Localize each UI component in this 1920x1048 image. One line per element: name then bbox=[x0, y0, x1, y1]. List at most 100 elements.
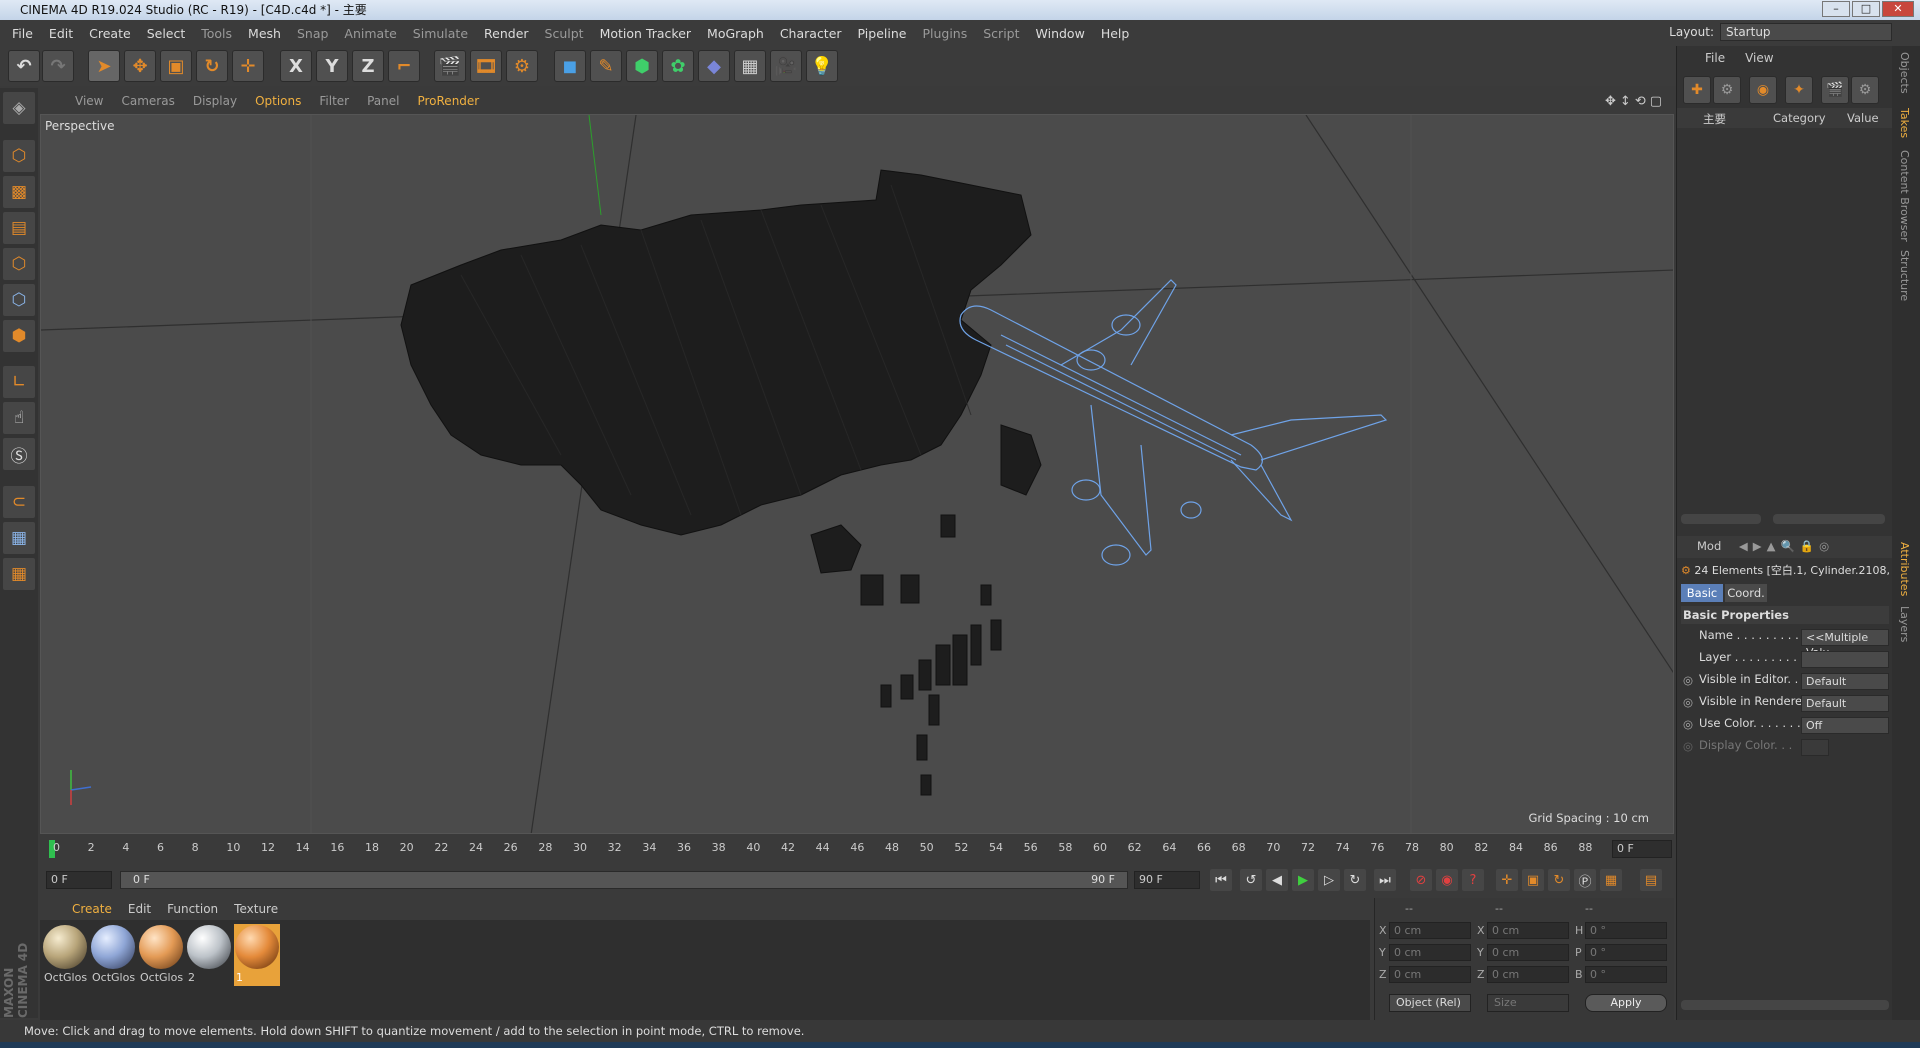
tweak-mode-icon[interactable]: ☝ bbox=[3, 402, 35, 434]
maximize-button[interactable]: □ bbox=[1852, 1, 1880, 17]
play-icon[interactable]: ▶ bbox=[1292, 869, 1314, 891]
rotation-h-field[interactable]: 0 ° bbox=[1585, 922, 1667, 939]
menu-mograph[interactable]: MoGraph bbox=[699, 26, 772, 41]
menu-select[interactable]: Select bbox=[139, 26, 194, 41]
transform-icon[interactable]: ✛ bbox=[232, 50, 264, 82]
menu-edit[interactable]: Edit bbox=[41, 26, 81, 41]
make-editable-icon[interactable]: ◈ bbox=[3, 92, 35, 124]
menu-create[interactable]: Create bbox=[81, 26, 139, 41]
minimize-button[interactable]: – bbox=[1822, 1, 1850, 17]
workplane-icon[interactable]: ▤ bbox=[3, 212, 35, 244]
root-take-label[interactable]: 主要 bbox=[1703, 111, 1726, 127]
take-icon[interactable]: ✚ bbox=[1683, 76, 1711, 104]
scale-icon[interactable]: ▣ bbox=[160, 50, 192, 82]
perspective-viewport[interactable]: Perspective Grid Spacing : 10 cm bbox=[40, 114, 1674, 834]
take-settings-icon[interactable]: ⚙ bbox=[1851, 76, 1879, 104]
select-cursor-icon[interactable]: ➤ bbox=[88, 50, 120, 82]
next-frame-icon[interactable]: ▷ bbox=[1318, 869, 1340, 891]
position-x-field[interactable]: 0 cm bbox=[1389, 922, 1471, 939]
viewport-menu-prorender[interactable]: ProRender bbox=[408, 94, 488, 108]
tab-coord[interactable]: Coord. bbox=[1725, 584, 1767, 602]
planar-workplane-icon[interactable]: ▦ bbox=[3, 558, 35, 590]
material-swatch[interactable]: OctGlos bbox=[138, 924, 184, 986]
texture-mode-icon[interactable]: ▩ bbox=[3, 176, 35, 208]
material-swatch[interactable]: 2 bbox=[186, 924, 232, 986]
animate-radio-icon[interactable]: ◎ bbox=[1683, 673, 1693, 687]
display-color-swatch[interactable] bbox=[1801, 739, 1829, 756]
objects-menu-file[interactable]: File bbox=[1705, 51, 1725, 65]
menu-mesh[interactable]: Mesh bbox=[240, 26, 289, 41]
use-color-dropdown[interactable]: Off bbox=[1801, 717, 1889, 734]
undo-icon[interactable]: ↶ bbox=[8, 50, 40, 82]
points-mode-icon[interactable]: ⬡ bbox=[3, 248, 35, 280]
coordinate-system-icon[interactable]: ⌐ bbox=[388, 50, 420, 82]
prev-frame-icon[interactable]: ◀ bbox=[1266, 869, 1288, 891]
solo-icon[interactable]: Ⓢ bbox=[3, 438, 35, 470]
start-frame-field[interactable]: 0 F bbox=[46, 871, 112, 889]
horizontal-scrollbar[interactable] bbox=[1681, 1000, 1889, 1010]
viewport-menu-filter[interactable]: Filter bbox=[310, 94, 358, 108]
render-take-icon[interactable]: 🎬 bbox=[1821, 76, 1849, 104]
menu-help[interactable]: Help bbox=[1093, 26, 1138, 41]
axis-x-button[interactable]: X bbox=[280, 50, 312, 82]
redo-icon[interactable]: ↷ bbox=[42, 50, 74, 82]
viewport-menu-panel[interactable]: Panel bbox=[358, 94, 408, 108]
animate-radio-icon[interactable]: ◎ bbox=[1683, 695, 1693, 709]
timeline-window-icon[interactable]: ▤ bbox=[1640, 869, 1662, 891]
material-menu-create[interactable]: Create bbox=[64, 902, 120, 916]
key-rotation-icon[interactable]: ↻ bbox=[1548, 869, 1570, 891]
coord-mode-dropdown[interactable]: Object (Rel) bbox=[1389, 994, 1471, 1012]
end-frame-field[interactable]: 90 F bbox=[1134, 871, 1200, 889]
material-menu-texture[interactable]: Texture bbox=[226, 902, 286, 916]
axis-z-button[interactable]: Z bbox=[352, 50, 384, 82]
horizontal-scrollbar[interactable] bbox=[1773, 514, 1885, 524]
rotate-icon[interactable]: ↻ bbox=[196, 50, 228, 82]
record-icon[interactable]: ⊘ bbox=[1410, 869, 1432, 891]
viewport-menu-cameras[interactable]: Cameras bbox=[112, 94, 183, 108]
side-tab-objects[interactable]: Objects bbox=[1898, 52, 1911, 94]
attributes-mode-menu[interactable]: Mod bbox=[1697, 539, 1721, 553]
menu-tools[interactable]: Tools bbox=[193, 26, 240, 41]
animate-radio-icon[interactable]: ◎ bbox=[1683, 717, 1693, 731]
cloner-icon[interactable]: ✿ bbox=[662, 50, 694, 82]
menu-snap[interactable]: Snap bbox=[289, 26, 336, 41]
coord-size-dropdown[interactable]: Size bbox=[1487, 994, 1569, 1012]
render-settings-icon[interactable]: ⚙ bbox=[506, 50, 538, 82]
render-view-icon[interactable]: 🎬 bbox=[434, 50, 466, 82]
close-button[interactable]: ✕ bbox=[1882, 1, 1914, 17]
keyframe-selection-icon[interactable]: ? bbox=[1462, 869, 1484, 891]
menu-animate[interactable]: Animate bbox=[336, 26, 404, 41]
attributes-nav-icons[interactable]: ◀▶▲🔍🔒◎ bbox=[1739, 539, 1834, 553]
material-swatch[interactable]: OctGlos bbox=[90, 924, 136, 986]
auto-take-icon[interactable]: ◉ bbox=[1749, 76, 1777, 104]
key-parameter-icon[interactable]: Ⓟ bbox=[1574, 869, 1596, 891]
move-icon[interactable]: ✥ bbox=[124, 50, 156, 82]
tab-basic[interactable]: Basic bbox=[1681, 584, 1723, 602]
edges-mode-icon[interactable]: ⬡ bbox=[3, 284, 35, 316]
pen-spline-icon[interactable]: ✎ bbox=[590, 50, 622, 82]
floor-icon[interactable]: ▦ bbox=[734, 50, 766, 82]
menu-simulate[interactable]: Simulate bbox=[405, 26, 476, 41]
material-menu-function[interactable]: Function bbox=[159, 902, 226, 916]
objects-menu-view[interactable]: View bbox=[1745, 51, 1773, 65]
timeline-ruler[interactable]: 0 2 4 6 8 10 12 14 16 18 20 22 24 26 28 30 32 34 36 38 40 42 4… bbox=[40, 836, 1674, 862]
lock-override-icon[interactable]: ✦ bbox=[1785, 76, 1813, 104]
preview-range-slider[interactable]: 0 F 90 F bbox=[120, 871, 1128, 889]
current-frame-field[interactable]: 0 F bbox=[1612, 840, 1672, 858]
horizontal-scrollbar[interactable] bbox=[1681, 514, 1761, 524]
animate-radio-icon[interactable]: ◎ bbox=[1683, 739, 1693, 753]
axis-mode-icon[interactable]: ∟ bbox=[3, 366, 35, 398]
menu-script[interactable]: Script bbox=[975, 26, 1027, 41]
menu-render[interactable]: Render bbox=[476, 26, 537, 41]
viewport-nav-icons[interactable]: ✥↕⟲▢ bbox=[1605, 94, 1666, 109]
layer-field[interactable] bbox=[1801, 651, 1889, 668]
take-override-icon[interactable]: ⚙ bbox=[1713, 76, 1741, 104]
material-swatch-selected[interactable]: 1 bbox=[234, 924, 280, 986]
render-picture-viewer-icon[interactable]: 🎞 bbox=[470, 50, 502, 82]
model-mode-icon[interactable]: ⬡ bbox=[3, 140, 35, 172]
viewport-menu-view[interactable]: View bbox=[66, 94, 112, 108]
apply-button[interactable]: Apply bbox=[1585, 994, 1667, 1012]
viewport-menu-display[interactable]: Display bbox=[184, 94, 246, 108]
side-tab-takes[interactable]: Takes bbox=[1898, 108, 1911, 138]
cube-icon[interactable]: ◼ bbox=[554, 50, 586, 82]
